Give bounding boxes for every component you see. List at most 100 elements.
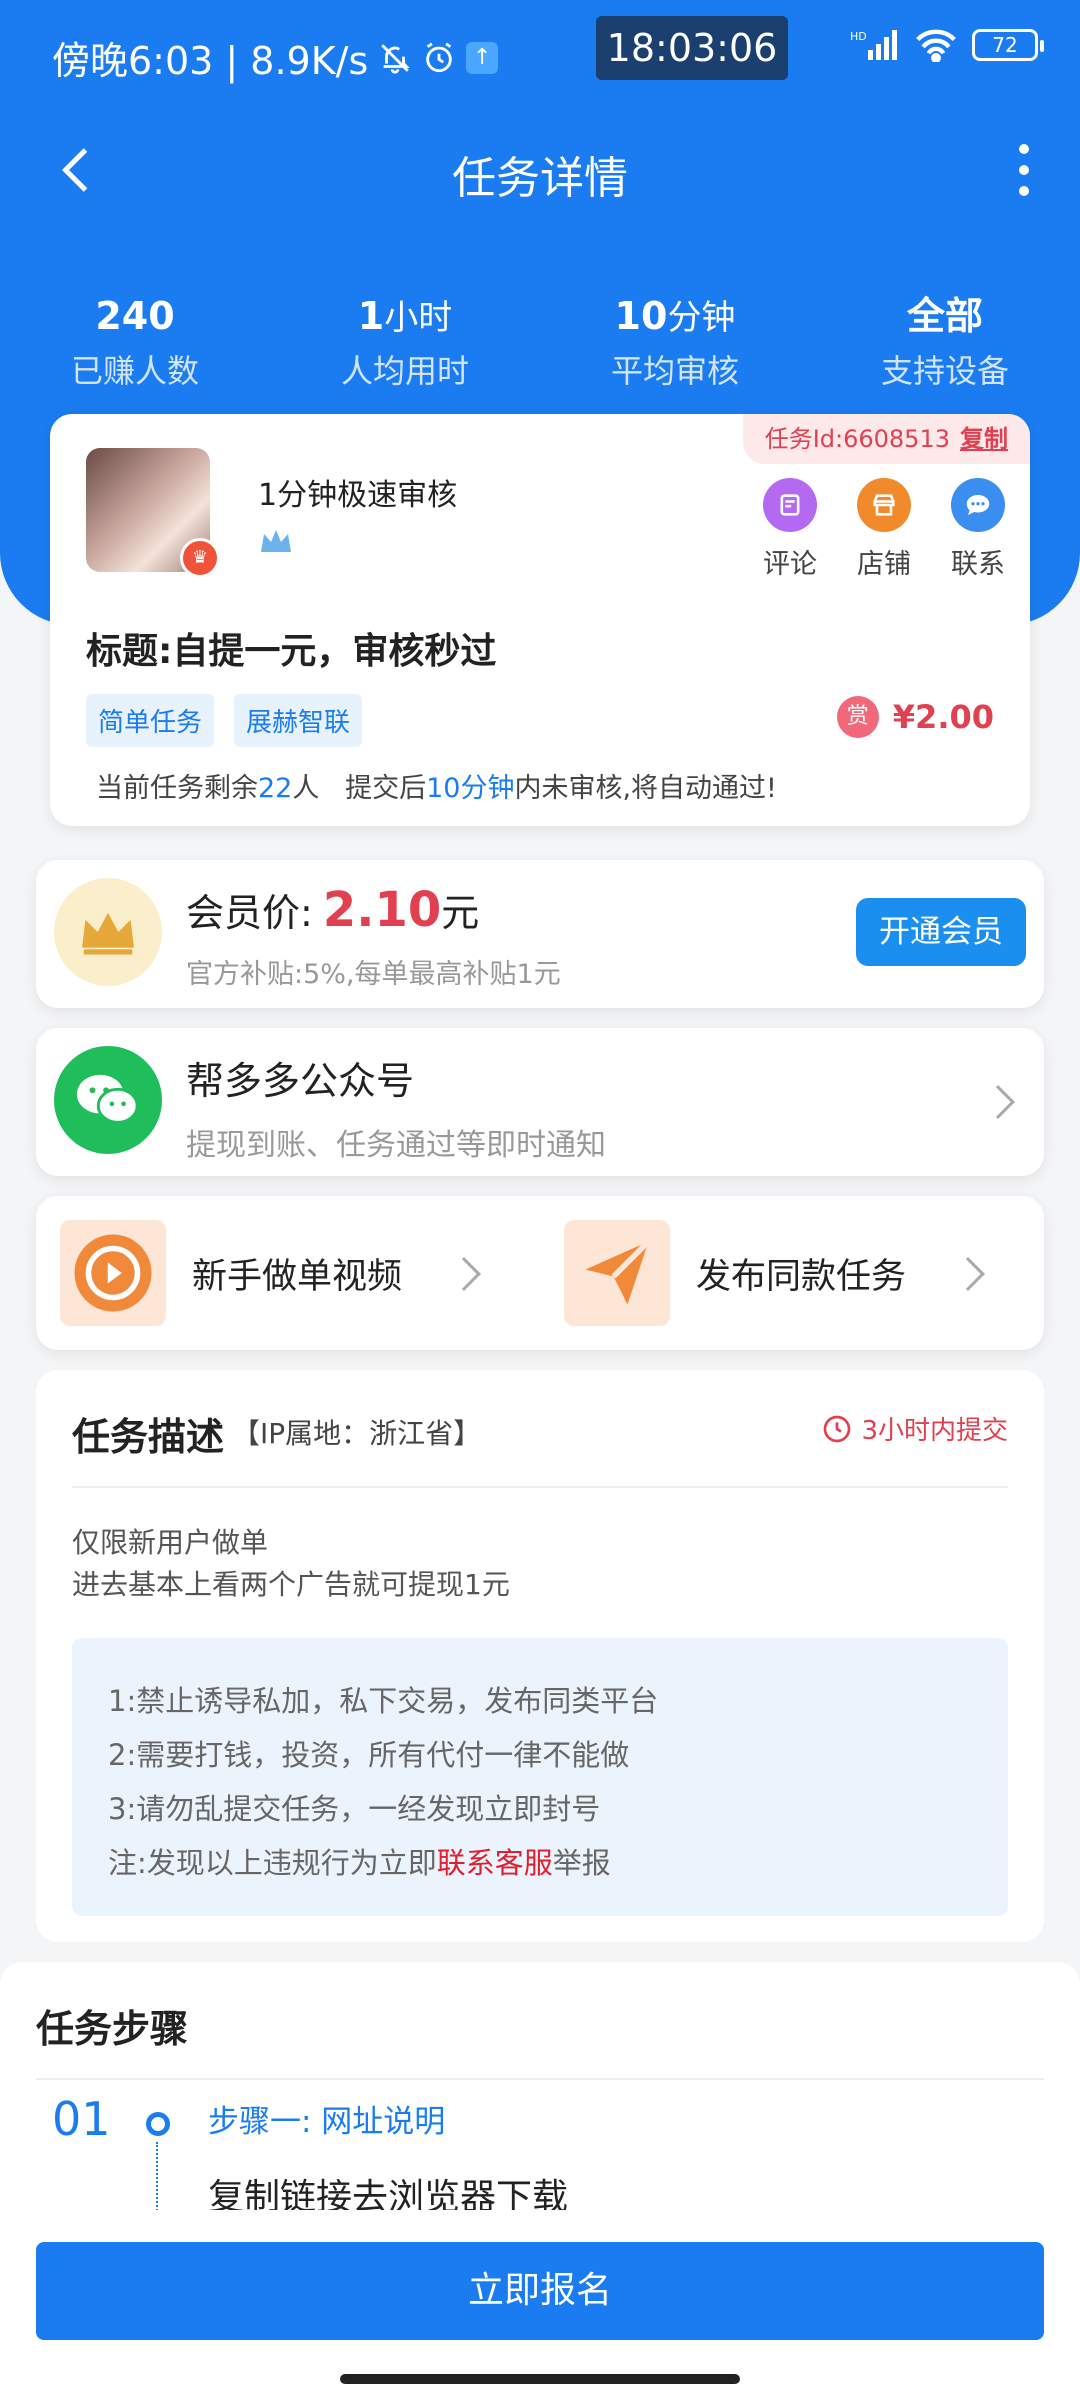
- vip-price-line: 会员价: 2.10元: [186, 882, 479, 938]
- rule-item: 3:请勿乱提交任务，一经发现立即封号: [108, 1792, 601, 1826]
- description-line: 进去基本上看两个广告就可提现1元: [72, 1568, 510, 1601]
- signup-button[interactable]: 立即报名: [36, 2242, 1044, 2340]
- remain-time: 10分钟: [426, 773, 515, 804]
- chevron-right-icon: [981, 1085, 1015, 1119]
- wechat-subtitle: 提现到账、任务通过等即时通知: [186, 1128, 606, 1163]
- task-title: 标题:自提一元，审核秒过: [86, 631, 497, 672]
- status-clock: 18:03:06: [596, 16, 788, 80]
- task-tag: 展赫智联: [234, 694, 363, 747]
- note-suffix: 举报: [552, 1846, 611, 1880]
- bell-muted-icon: [381, 43, 411, 74]
- shop-actions: 评论 店铺 联系: [762, 478, 1006, 581]
- alarm-icon: [426, 42, 452, 72]
- comment-icon: [763, 478, 817, 532]
- paper-plane-icon: [564, 1220, 670, 1326]
- divider: [72, 1486, 1008, 1488]
- status-right: HD 72: [850, 28, 1044, 62]
- contact-label: 联系: [951, 549, 1005, 580]
- deadline-text: 3小时内提交: [861, 1416, 1008, 1446]
- rule-item: 1:禁止诱导私加，私下交易，发布同类平台: [108, 1684, 659, 1718]
- remain-suffix: 内未审核,将自动通过!: [514, 773, 777, 804]
- wechat-official-account-card[interactable]: 帮多多公众号 提现到账、任务通过等即时通知: [36, 1028, 1044, 1176]
- wechat-icon: [54, 1046, 162, 1154]
- stat-avg-review: 10分钟 平均审核: [540, 292, 810, 392]
- stats-row: 240 已赚人数 1小时 人均用时 10分钟 平均审核 全部 支持设备: [0, 292, 1080, 392]
- ip-location: 【IP属地：浙江省】: [232, 1417, 482, 1450]
- contact-action[interactable]: 联系: [950, 478, 1006, 581]
- remain-prefix: 当前任务剩余: [96, 773, 258, 804]
- contact-support-link[interactable]: 联系客服: [437, 1846, 553, 1880]
- remain-mid: 人 提交后: [292, 773, 427, 804]
- home-indicator[interactable]: [340, 2374, 740, 2384]
- stat-avg-time: 1小时 人均用时: [270, 292, 540, 392]
- step-number: 01: [52, 2092, 111, 2146]
- stat-label: 支持设备: [880, 352, 1009, 390]
- beginner-video-link[interactable]: 新手做单视频: [36, 1220, 516, 1326]
- note-prefix: 注:发现以上违规行为立即: [108, 1846, 437, 1880]
- bottom-bar: 立即报名: [0, 2210, 1080, 2400]
- task-description-card: 任务描述 【IP属地：浙江省】 3小时内提交 仅限新用户做单 进去基本上看两个广…: [36, 1370, 1044, 1942]
- vip-label: 会员价:: [186, 891, 313, 935]
- quick-links-card: 新手做单视频 发布同款任务: [36, 1196, 1044, 1350]
- stat-devices: 全部 支持设备: [810, 292, 1080, 392]
- submit-deadline: 3小时内提交: [821, 1410, 1008, 1447]
- shop-avatar[interactable]: ♛: [86, 448, 220, 578]
- publish-same-task-label: 发布同款任务: [696, 1257, 907, 1297]
- upload-notification-icon: ↑: [466, 41, 499, 74]
- stat-label: 人均用时: [340, 352, 469, 390]
- task-reward: 赏 ¥2.00: [836, 696, 994, 738]
- more-menu-icon[interactable]: [1004, 140, 1044, 200]
- publish-same-task-link[interactable]: 发布同款任务: [540, 1220, 1020, 1326]
- description-line: 仅限新用户做单: [72, 1526, 269, 1559]
- battery-icon: 72: [972, 29, 1044, 61]
- store-icon: [857, 478, 911, 532]
- steps-heading: 任务步骤: [36, 2007, 189, 2051]
- rule-note: 注:发现以上违规行为立即联系客服举报: [108, 1836, 972, 1890]
- status-bar: 傍晚6:03 | 8.9K/s ↑ 18:03:06 HD 72: [0, 0, 1080, 108]
- vip-card: 会员价: 2.10元 官方补贴:5%,每单最高补贴1元 开通会员: [36, 860, 1044, 1008]
- stat-label: 平均审核: [610, 352, 739, 390]
- shop-action[interactable]: 店铺: [856, 478, 912, 581]
- reward-amount: ¥2.00: [892, 698, 994, 736]
- clock-icon: [824, 1415, 851, 1442]
- stat-value: 1: [357, 294, 385, 338]
- divider: [36, 2078, 1044, 2080]
- comment-action[interactable]: 评论: [762, 478, 818, 581]
- stat-unit: 小时: [384, 298, 453, 338]
- crown-icon: [261, 530, 291, 552]
- stat-value: 240: [95, 294, 175, 338]
- stat-earned-count: 240 已赚人数: [0, 292, 270, 392]
- page-title: 任务详情: [452, 153, 628, 204]
- rules-box: 1:禁止诱导私加，私下交易，发布同类平台 2:需要打钱，投资，所有代付一律不能做…: [72, 1638, 1008, 1916]
- vip-unit: 元: [441, 891, 480, 935]
- task-tag: 简单任务: [86, 694, 215, 747]
- vip-subtitle: 官方补贴:5%,每单最高补贴1元: [186, 959, 561, 990]
- stat-value: 全部: [906, 294, 983, 338]
- remain-count: 22: [258, 773, 293, 804]
- shop-label: 店铺: [857, 549, 911, 580]
- step-dot-icon: [146, 2112, 170, 2136]
- copy-id-button[interactable]: 复制: [960, 425, 1008, 453]
- description-text: 仅限新用户做单 进去基本上看两个广告就可提现1元: [72, 1522, 510, 1606]
- open-vip-button[interactable]: 开通会员: [856, 898, 1026, 966]
- chevron-right-icon: [951, 1257, 985, 1291]
- shop-level-badge-icon: ♛: [180, 538, 220, 578]
- description-heading: 任务描述: [72, 1415, 225, 1459]
- shop-name: 1分钟极速审核: [258, 478, 458, 513]
- vip-crown-icon: [54, 878, 162, 986]
- chat-bubble-icon: [951, 478, 1005, 532]
- step-title: 步骤一: 网址说明: [208, 2104, 446, 2140]
- rule-item: 2:需要打钱，投资，所有代付一律不能做: [108, 1738, 630, 1772]
- vip-price: 2.10: [322, 882, 442, 938]
- status-left: 傍晚6:03 | 8.9K/s ↑: [52, 30, 499, 85]
- stat-label: 已赚人数: [70, 352, 199, 390]
- wifi-icon: [916, 29, 956, 62]
- status-time-speed: 傍晚6:03 | 8.9K/s: [52, 39, 369, 83]
- task-id: 任务Id:6608513: [764, 425, 950, 453]
- task-tags: 简单任务 展赫智联: [86, 694, 363, 747]
- stat-value: 10: [614, 294, 668, 338]
- reward-badge-icon: 赏: [836, 696, 879, 738]
- task-remaining-info: 当前任务剩余22人 提交后10分钟内未审核,将自动通过!: [96, 766, 777, 805]
- stat-unit: 分钟: [667, 298, 736, 338]
- task-card: 任务Id:6608513 复制 ♛ 1分钟极速审核 评论 店铺 联系 标题:自提一…: [50, 414, 1030, 826]
